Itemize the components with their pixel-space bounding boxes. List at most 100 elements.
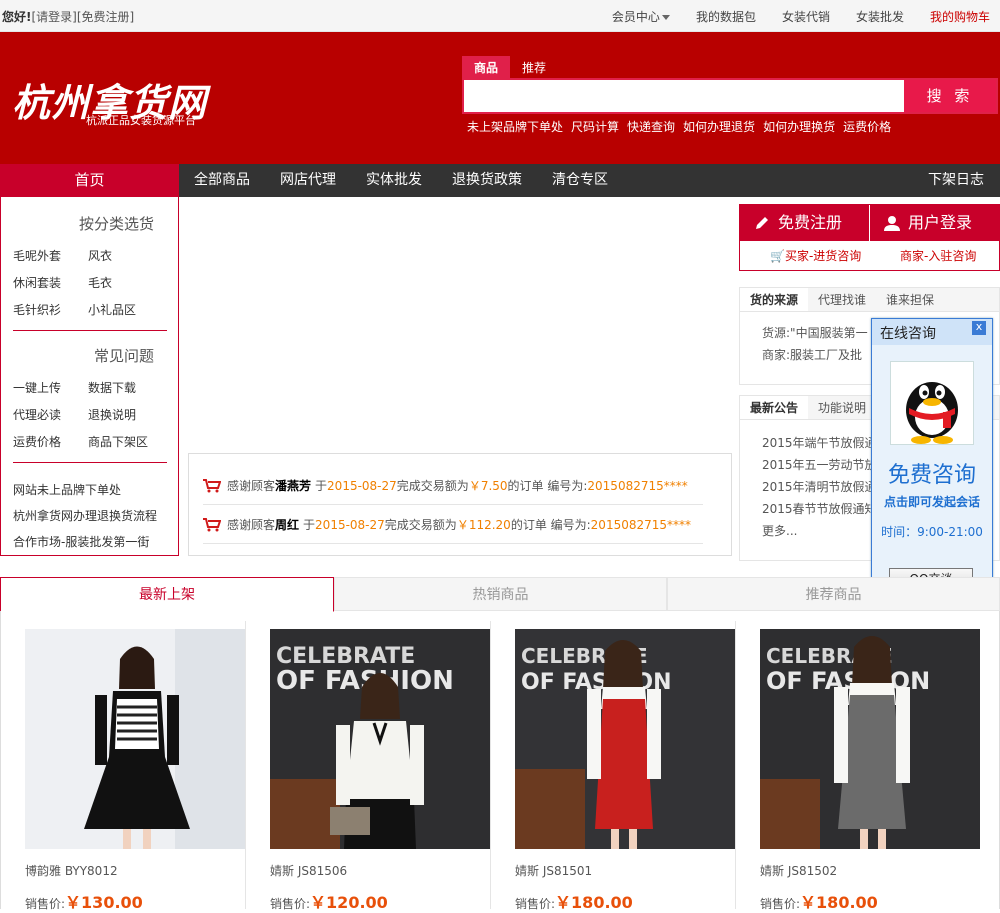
- order-date: 2015-08-27: [315, 517, 385, 532]
- category-panel: 按分类选货 毛呢外套 风衣 休闲套装 毛衣 毛针织衫 小礼品区 常见问题 一键上…: [0, 197, 179, 556]
- nav-delist-log[interactable]: 下架日志: [928, 164, 984, 197]
- notice-item[interactable]: 2015年五一劳动节放: [762, 454, 877, 476]
- price-value: ￥180.00: [555, 893, 633, 912]
- cart-icon: [203, 517, 221, 531]
- info-link[interactable]: 合作市场-服装批发第一街: [13, 529, 157, 555]
- product-image[interactable]: [25, 629, 245, 849]
- order-number: 2015082715****: [587, 478, 688, 493]
- nav-home[interactable]: 首页: [0, 164, 179, 197]
- quick-link[interactable]: 如何办理退货: [683, 118, 755, 135]
- quick-link[interactable]: 如何办理换货: [763, 118, 835, 135]
- notice-list: 2015年端午节放假通 2015年五一劳动节放 2015年清明节放假通 2015…: [762, 432, 877, 542]
- search-tab-recommend[interactable]: 推荐: [510, 56, 558, 79]
- close-icon[interactable]: x: [972, 321, 986, 335]
- divider: [13, 462, 167, 463]
- faq-item[interactable]: 一键上传: [13, 379, 88, 396]
- quick-link[interactable]: 运费价格: [843, 118, 891, 135]
- search-tab-products[interactable]: 商品: [462, 56, 511, 79]
- order-row: 感谢顾客 周红于 2015-08-27 完成交易额为 ￥112.20 的订单 编号为: 20…: [203, 506, 703, 544]
- source-line: 货源:"中国服装第一: [762, 326, 868, 340]
- product-image[interactable]: CELEBRATE OF FASHION: [515, 629, 735, 849]
- product-name[interactable]: 婧斯 JS81506: [270, 862, 347, 879]
- order-prefix: 感谢顾客: [227, 518, 276, 532]
- category-item[interactable]: 毛针织衫: [13, 301, 88, 318]
- my-data-link[interactable]: 我的数据包: [696, 8, 756, 25]
- product-name[interactable]: 婧斯 JS81501: [515, 862, 592, 879]
- source-tabs: 货的来源 代理找谁 谁来担保: [740, 288, 999, 312]
- order-amount: ￥7.50: [468, 479, 508, 493]
- qq-click-hint: 点击即可发起会话: [883, 495, 980, 509]
- category-item[interactable]: 风衣: [88, 247, 163, 264]
- faq-item[interactable]: 商品下架区: [88, 433, 163, 450]
- info-link[interactable]: 杭州拿货网办理退换货流程: [13, 503, 157, 529]
- product-image[interactable]: CELEBRATE OF FASHION: [270, 629, 490, 849]
- category-item[interactable]: 毛呢外套: [13, 247, 88, 264]
- search-box: 搜 索: [462, 78, 998, 114]
- site-header: 杭州拿货网 杭派正品女装货源平台 商品 推荐 搜 索 未上架品牌下单处 尺码计算…: [0, 32, 1000, 164]
- buyer-consult-label: 买家-进货咨询: [784, 249, 862, 263]
- faq-item[interactable]: 代理必读: [13, 406, 88, 423]
- wholesale-link[interactable]: 女装批发: [856, 8, 904, 25]
- quick-link[interactable]: 快递查询: [627, 118, 675, 135]
- price-value: ￥180.00: [800, 893, 878, 912]
- qq-consult-widget: 在线咨询 x 免费咨询 点击即可发起会话 时间：9:00-21:00 QQ交谈: [871, 318, 993, 594]
- faq-item[interactable]: 数据下载: [88, 379, 163, 396]
- quick-link[interactable]: 未上架品牌下单处: [467, 118, 563, 135]
- faq-item[interactable]: 运费价格: [13, 433, 88, 450]
- tab-source[interactable]: 货的来源: [740, 288, 809, 311]
- register-button[interactable]: 免费注册: [740, 205, 870, 241]
- nav-item[interactable]: 退换货政策: [452, 164, 522, 197]
- site-slogan: 杭派正品女装货源平台: [86, 114, 196, 127]
- quick-link[interactable]: 尺码计算: [571, 118, 619, 135]
- nav-item[interactable]: 全部商品: [194, 164, 250, 197]
- buyer-consult-link[interactable]: 🛒买家-进货咨询: [770, 247, 861, 264]
- top-bar: 您好![请登录][免费注册] 会员中心 我的数据包 女装代销 女装批发 我的购物…: [0, 0, 1000, 32]
- divider: [13, 330, 167, 331]
- qq-hours: 时间：9:00-21:00: [881, 525, 983, 539]
- cart-icon: [203, 478, 221, 492]
- category-item[interactable]: 毛衣: [88, 274, 163, 291]
- seller-consult-link[interactable]: 商家-入驻咨询: [900, 247, 976, 264]
- tab-newest[interactable]: 最新上架: [0, 577, 334, 612]
- product-grid: 博韵雅 BYY8012 销售价:￥130.00 CELEBRATE OF FAS…: [0, 611, 1000, 912]
- search-button[interactable]: 搜 索: [904, 80, 996, 112]
- top-bar-left: 您好![请登录][免费注册]: [2, 8, 134, 25]
- member-center-link[interactable]: 会员中心: [612, 8, 670, 25]
- product-card[interactable]: CELEBRATE OF FASHION 婧斯 JS81506 销售价:￥120…: [256, 621, 491, 912]
- product-name[interactable]: 博韵雅 BYY8012: [25, 862, 118, 879]
- product-card[interactable]: CELEBRATE OF FASHION 婧斯 JS81501 销售价:￥180…: [501, 621, 736, 912]
- price-value: ￥130.00: [65, 893, 143, 912]
- account-box: 免费注册 用户登录 🛒买家-进货咨询 商家-入驻咨询: [739, 204, 1000, 271]
- tab-hot[interactable]: 热销商品: [334, 577, 667, 611]
- search-input[interactable]: [464, 80, 904, 112]
- nav-items: 全部商品 网店代理 实体批发 退换货政策 清仓专区: [194, 164, 608, 197]
- nav-item[interactable]: 实体批发: [366, 164, 422, 197]
- tab-guarantee[interactable]: 谁来担保: [876, 288, 944, 311]
- login-link[interactable]: [请登录]: [31, 10, 76, 24]
- more-link[interactable]: 更多...: [762, 520, 877, 542]
- faq-item[interactable]: 退换说明: [88, 406, 163, 423]
- product-card[interactable]: 博韵雅 BYY8012 销售价:￥130.00: [11, 621, 246, 912]
- category-item[interactable]: 小礼品区: [88, 301, 163, 318]
- dropship-link[interactable]: 女装代销: [782, 8, 830, 25]
- tab-latest-notice[interactable]: 最新公告: [740, 396, 809, 419]
- tab-agent[interactable]: 代理找谁: [808, 288, 876, 311]
- nav-item[interactable]: 清仓专区: [552, 164, 608, 197]
- tab-recommended[interactable]: 推荐商品: [667, 577, 1000, 611]
- info-link[interactable]: 网站未上品牌下单处: [13, 477, 157, 503]
- register-link[interactable]: [免费注册]: [77, 10, 134, 24]
- recent-orders: 感谢顾客 潘燕芳于 2015-08-27 完成交易额为 ￥7.50 的订单 编号为: 201…: [188, 453, 732, 556]
- notice-item[interactable]: 2015年清明节放假通: [762, 476, 877, 498]
- tab-function-desc[interactable]: 功能说明: [808, 396, 876, 419]
- product-image[interactable]: CELEBRATE OF FASHION: [760, 629, 980, 849]
- login-button[interactable]: 用户登录: [870, 205, 999, 241]
- nav-item[interactable]: 网店代理: [280, 164, 336, 197]
- product-card[interactable]: CELEBRATE OF FASHION 婧斯 JS81502 销售价:￥180…: [746, 621, 981, 912]
- category-item[interactable]: 休闲套装: [13, 274, 88, 291]
- cart-link[interactable]: 我的购物车: [930, 8, 990, 25]
- notice-item[interactable]: 2015春节节放假通知: [762, 498, 877, 520]
- order-text: 完成交易额为: [396, 479, 469, 493]
- notice-item[interactable]: 2015年端午节放假通: [762, 432, 877, 454]
- product-name[interactable]: 婧斯 JS81502: [760, 862, 837, 879]
- search-tabs: 商品 推荐: [462, 56, 558, 79]
